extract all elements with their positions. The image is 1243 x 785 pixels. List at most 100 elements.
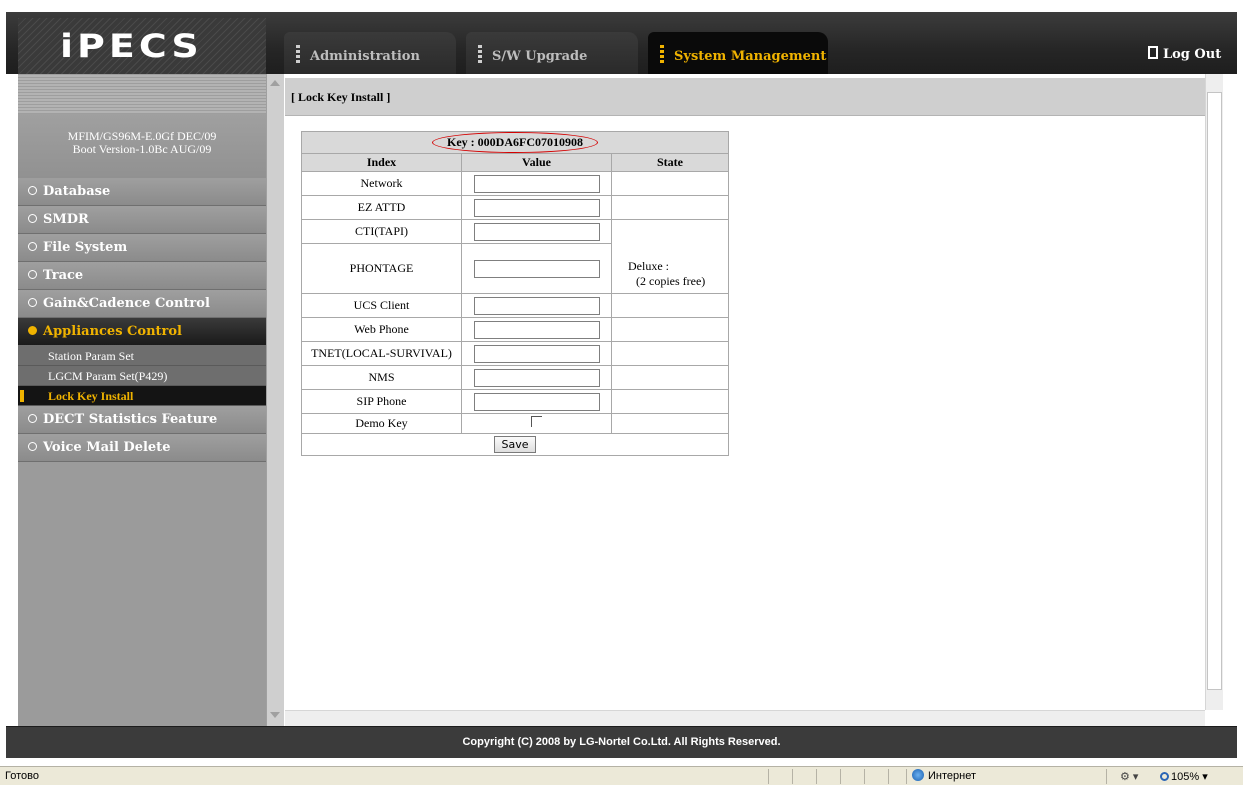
sidebar: MFIM/GS96M-E.0Gf DEC/09 Boot Version-1.0… — [18, 74, 266, 726]
frame-splitter[interactable] — [266, 74, 284, 726]
logout-button[interactable]: Log Out — [1148, 46, 1221, 62]
submenu-item-station-param-set[interactable]: Station Param Set — [18, 346, 266, 366]
tnet-key-input[interactable] — [473, 344, 600, 363]
row-value-cell — [461, 389, 612, 414]
row-state — [611, 293, 729, 318]
row-index: TNET(LOCAL-SURVIVAL) — [301, 341, 462, 366]
circle-arrow-icon — [28, 298, 37, 307]
security-zone: Интернет — [912, 769, 976, 782]
arrow-down-icon[interactable] — [270, 712, 280, 718]
row-value-cell — [461, 365, 612, 390]
status-separator — [768, 769, 769, 784]
menu-item-gain-cadence-control[interactable]: Gain&Cadence Control — [18, 290, 266, 318]
menu-item-trace[interactable]: Trace — [18, 262, 266, 290]
sidebar-version-panel: MFIM/GS96M-E.0Gf DEC/09 Boot Version-1.0… — [18, 74, 266, 178]
save-cell: Save — [301, 433, 729, 456]
globe-icon — [912, 769, 924, 781]
scrollbar-thumb[interactable] — [1207, 92, 1222, 690]
menu-label: File System — [43, 240, 128, 255]
network-key-input[interactable] — [473, 174, 600, 193]
table-row: UCS Client — [301, 293, 729, 318]
phontage-state: Deluxe : (2 copies free) — [611, 219, 729, 294]
logout-label: Log Out — [1163, 47, 1222, 62]
table-row: SIP Phone — [301, 389, 729, 414]
row-value-cell — [461, 317, 612, 342]
status-separator — [840, 769, 841, 784]
horizontal-scrollbar[interactable] — [285, 710, 1205, 726]
web-phone-key-input[interactable] — [473, 320, 600, 339]
tab-system-management[interactable]: System Management — [648, 32, 828, 74]
row-value-cell — [461, 341, 612, 366]
submenu-item-lgcm-param-set[interactable]: LGCM Param Set(P429) — [18, 366, 266, 386]
arrow-up-icon[interactable] — [270, 80, 280, 86]
circle-arrow-icon — [28, 414, 37, 423]
boot-version: Boot Version-1.0Bc AUG/09 — [72, 142, 212, 156]
circle-arrow-icon — [28, 270, 37, 279]
ucs-client-key-input[interactable] — [473, 296, 600, 315]
cti-tapi-key-input[interactable] — [473, 222, 600, 241]
tab-sw-upgrade[interactable]: S/W Upgrade — [466, 32, 638, 74]
table-row: Web Phone — [301, 317, 729, 342]
logout-icon — [1148, 46, 1158, 59]
copyright-text: Copyright (C) 2008 by LG-Nortel Co.Ltd. … — [462, 736, 781, 748]
demo-key-checkbox[interactable] — [531, 416, 542, 427]
nms-key-input[interactable] — [473, 368, 600, 387]
footer: Copyright (C) 2008 by LG-Nortel Co.Ltd. … — [6, 726, 1237, 758]
menu-item-appliances-control[interactable]: Appliances Control — [18, 318, 266, 346]
row-value-cell — [461, 219, 612, 244]
tab-label: System Management — [674, 49, 827, 64]
tab-grip-icon — [296, 45, 300, 65]
browser-status-bar: Готово Интернет ⚙ ▾ 105% ▾ — [0, 766, 1243, 785]
status-separator — [864, 769, 865, 784]
tab-grip-icon — [660, 45, 664, 65]
row-state — [611, 341, 729, 366]
table-row: EZ ATTD — [301, 195, 729, 220]
lock-key-value: Key : 000DA6FC07010908 — [432, 132, 598, 153]
menu-label: Database — [43, 184, 111, 199]
state-line: Deluxe : — [628, 259, 669, 273]
save-button[interactable]: Save — [494, 436, 536, 453]
key-row: Key : 000DA6FC07010908 — [301, 131, 729, 154]
column-header-state: State — [611, 153, 729, 172]
zone-label: Интернет — [928, 770, 976, 782]
row-state — [611, 317, 729, 342]
menu-item-smdr[interactable]: SMDR — [18, 206, 266, 234]
status-separator — [1106, 769, 1107, 784]
logo-text: iPECS — [60, 27, 203, 65]
ez-attd-key-input[interactable] — [473, 198, 600, 217]
menu-item-file-system[interactable]: File System — [18, 234, 266, 262]
zoom-level: 105% — [1171, 771, 1200, 783]
header: iPECS Administration S/W Upgrade System … — [0, 0, 1243, 74]
row-value-cell — [461, 293, 612, 318]
save-row: Save — [301, 433, 729, 456]
lock-key-table: Key : 000DA6FC07010908 Index Value State… — [301, 131, 729, 456]
table-row: Network — [301, 171, 729, 196]
tab-grip-icon — [478, 45, 482, 65]
content-frame: [ Lock Key Install ] Key : 000DA6FC07010… — [285, 74, 1205, 710]
row-index: Network — [301, 171, 462, 196]
table-row: NMS — [301, 365, 729, 390]
column-header-value: Value — [461, 153, 612, 172]
table-row: Demo Key — [301, 413, 729, 434]
vertical-scrollbar[interactable] — [1205, 74, 1223, 710]
submenu-item-lock-key-install[interactable]: Lock Key Install — [18, 386, 266, 406]
row-state — [611, 389, 729, 414]
tab-administration[interactable]: Administration — [284, 32, 456, 74]
menu-item-database[interactable]: Database — [18, 178, 266, 206]
status-separator — [816, 769, 817, 784]
table-row: CTI(TAPI) Deluxe : (2 copies free) — [301, 219, 729, 294]
zoom-control[interactable]: 105% ▾ — [1160, 770, 1208, 783]
table-row: TNET(LOCAL-SURVIVAL) — [301, 341, 729, 366]
row-value-cell — [461, 413, 612, 434]
protected-mode-icon[interactable]: ⚙ ▾ — [1120, 770, 1138, 783]
zoom-icon — [1160, 772, 1169, 781]
content-title-bar: [ Lock Key Install ] — [285, 78, 1205, 116]
row-index: Demo Key — [301, 413, 462, 434]
circle-arrow-icon — [28, 442, 37, 451]
phontage-key-input[interactable] — [473, 259, 600, 278]
menu-item-voice-mail-delete[interactable]: Voice Mail Delete — [18, 434, 266, 462]
menu-item-dect-statistics[interactable]: DECT Statistics Feature — [18, 406, 266, 434]
tab-label: S/W Upgrade — [492, 49, 588, 64]
sip-phone-key-input[interactable] — [473, 392, 600, 411]
row-index: Web Phone — [301, 317, 462, 342]
